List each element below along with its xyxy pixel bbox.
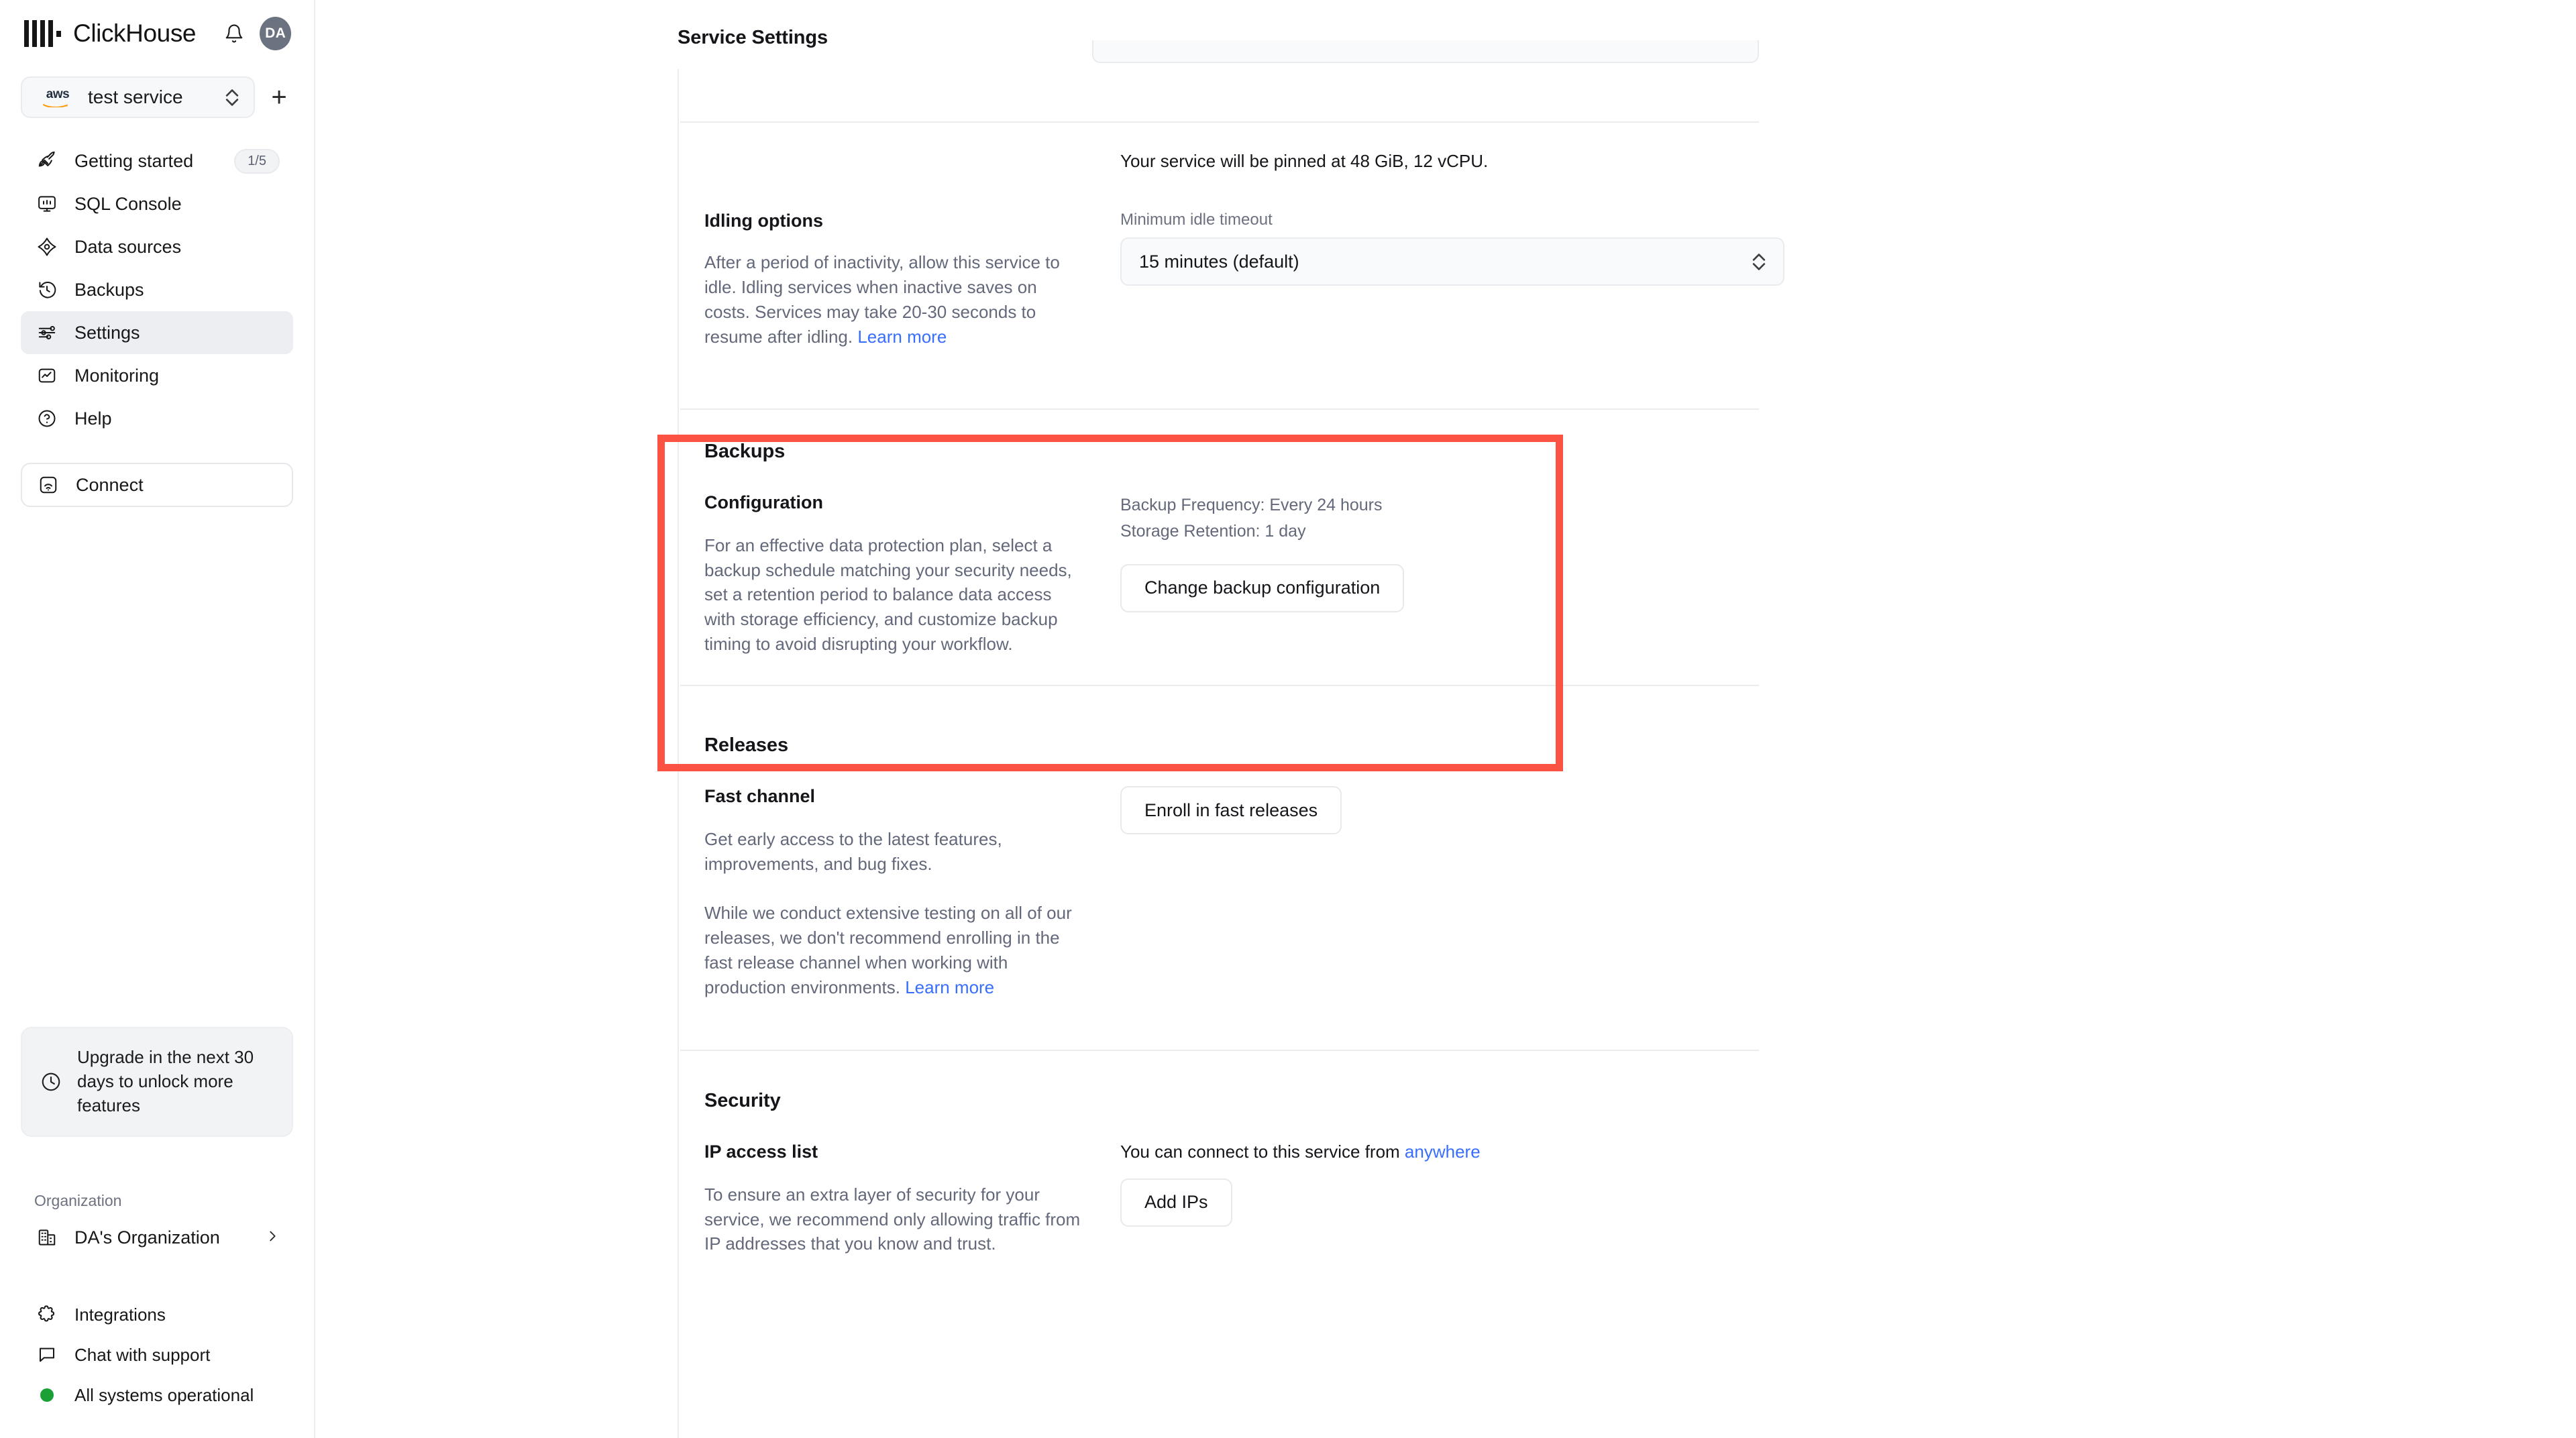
main-content: Service Settings Your service will be pi…	[315, 0, 2576, 1438]
footer-item-label: Integrations	[74, 1304, 166, 1325]
releases-description-2: While we conduct extensive testing on al…	[704, 902, 1072, 997]
upgrade-text: Upgrade in the next 30 days to unlock mo…	[77, 1047, 254, 1116]
sidebar-item-settings[interactable]: Settings	[21, 311, 293, 354]
footer-item-label: All systems operational	[74, 1384, 254, 1405]
question-circle-icon	[34, 406, 60, 431]
scaling-note: Your service will be pinned at 48 GiB, 1…	[1120, 151, 1489, 171]
sidebar-nav: Getting started 1/5 SQL Console Data sou…	[0, 140, 314, 440]
add-service-button[interactable]: +	[262, 80, 297, 115]
chevron-right-icon	[265, 1227, 280, 1248]
organization-heading: Organization	[34, 1192, 122, 1209]
settings-column: Your service will be pinned at 48 GiB, 1…	[678, 69, 1784, 1438]
sidebar-item-label: Data sources	[74, 236, 182, 257]
aws-logo-icon: aws	[40, 88, 76, 107]
chevron-updown-icon	[225, 89, 239, 106]
connect-icon	[36, 472, 61, 498]
organization-name: DA's Organization	[74, 1227, 220, 1248]
history-icon	[34, 277, 60, 302]
idling-learn-more-link[interactable]: Learn more	[857, 327, 947, 347]
backups-configuration-title: Configuration	[704, 492, 823, 512]
sidebar-item-backups[interactable]: Backups	[21, 268, 293, 311]
clock-icon	[38, 1069, 64, 1095]
idle-timeout-select[interactable]: 15 minutes (default)	[1120, 237, 1784, 286]
rocket-icon	[34, 148, 60, 174]
footer-item-system-status[interactable]: All systems operational	[21, 1375, 293, 1415]
sidebar-item-sql-console[interactable]: SQL Console	[21, 182, 293, 225]
clickhouse-logo-icon	[24, 20, 61, 47]
ip-access-list-title: IP access list	[704, 1141, 818, 1162]
backups-section: Backups	[679, 410, 1758, 463]
anywhere-link[interactable]: anywhere	[1405, 1142, 1481, 1162]
fast-channel-title: Fast channel	[704, 786, 816, 807]
change-backup-configuration-button[interactable]: Change backup configuration	[1120, 563, 1405, 612]
service-name: test service	[88, 87, 183, 107]
connect-button[interactable]: Connect	[21, 463, 293, 507]
puzzle-icon	[34, 1302, 60, 1327]
sidebar-item-help[interactable]: Help	[21, 397, 293, 440]
status-dot-icon	[40, 1388, 54, 1402]
chat-bubble-icon	[34, 1342, 60, 1368]
backups-description: For an effective data protection plan, s…	[704, 535, 1072, 655]
sliders-icon	[34, 320, 60, 345]
app-root: ClickHouse DA aws test service + Getting…	[0, 0, 2576, 1438]
organization-row[interactable]: DA's Organization	[21, 1217, 293, 1258]
sidebar-item-label: Getting started	[74, 150, 194, 171]
avatar[interactable]: DA	[260, 17, 291, 50]
sidebar-item-data-sources[interactable]: Data sources	[21, 225, 293, 268]
brand-header: ClickHouse DA	[0, 0, 314, 67]
connect-note: You can connect to this service from any…	[1120, 1142, 1758, 1162]
sidebar-item-label: Monitoring	[74, 365, 160, 386]
sidebar-item-monitoring[interactable]: Monitoring	[21, 354, 293, 397]
sidebar-item-getting-started[interactable]: Getting started 1/5	[21, 140, 293, 182]
releases-section: Releases	[679, 686, 1758, 757]
releases-title: Releases	[704, 734, 788, 757]
brand-name: ClickHouse	[73, 19, 197, 47]
sidebar: ClickHouse DA aws test service + Getting…	[0, 0, 315, 1438]
backups-title: Backups	[704, 440, 786, 462]
building-icon	[34, 1225, 60, 1250]
getting-started-badge: 1/5	[234, 148, 280, 174]
sidebar-item-label: SQL Console	[74, 193, 182, 214]
data-sources-icon	[34, 234, 60, 260]
security-description: To ensure an extra layer of security for…	[704, 1184, 1081, 1254]
releases-description-1: Get early access to the latest features,…	[704, 829, 1002, 875]
scrolled-input-stub[interactable]	[1092, 40, 1759, 63]
add-ips-button[interactable]: Add IPs	[1120, 1178, 1232, 1227]
backup-frequency: Backup Frequency: Every 24 hours	[1120, 495, 1383, 514]
releases-learn-more-link[interactable]: Learn more	[905, 977, 994, 997]
sidebar-item-label: Backups	[74, 279, 144, 300]
service-selector[interactable]: aws test service	[21, 76, 255, 118]
connect-wrap: Connect	[0, 463, 314, 507]
connect-label: Connect	[76, 474, 144, 495]
sidebar-item-label: Settings	[74, 322, 140, 343]
footer-item-label: Chat with support	[74, 1344, 211, 1365]
security-section: Security	[679, 1051, 1758, 1112]
bell-icon[interactable]	[220, 19, 248, 48]
footer-item-chat-with-support[interactable]: Chat with support	[21, 1335, 293, 1375]
chevron-updown-icon	[1752, 253, 1766, 270]
enroll-fast-releases-button[interactable]: Enroll in fast releases	[1120, 786, 1342, 835]
sidebar-footer: Integrations Chat with support All syste…	[0, 1294, 314, 1438]
service-selector-row: aws test service +	[0, 76, 314, 118]
connect-note-prefix: You can connect to this service from	[1120, 1141, 1405, 1162]
chart-icon	[34, 363, 60, 388]
sidebar-item-label: Help	[74, 408, 112, 429]
idle-timeout-label: Minimum idle timeout	[1120, 211, 1273, 229]
console-icon	[34, 191, 60, 217]
idling-title: Idling options	[704, 211, 823, 231]
idle-timeout-value: 15 minutes (default)	[1139, 251, 1299, 272]
upgrade-banner[interactable]: Upgrade in the next 30 days to unlock mo…	[21, 1027, 293, 1137]
security-title: Security	[704, 1089, 781, 1111]
footer-item-integrations[interactable]: Integrations	[21, 1294, 293, 1335]
storage-retention: Storage Retention: 1 day	[1120, 522, 1306, 541]
